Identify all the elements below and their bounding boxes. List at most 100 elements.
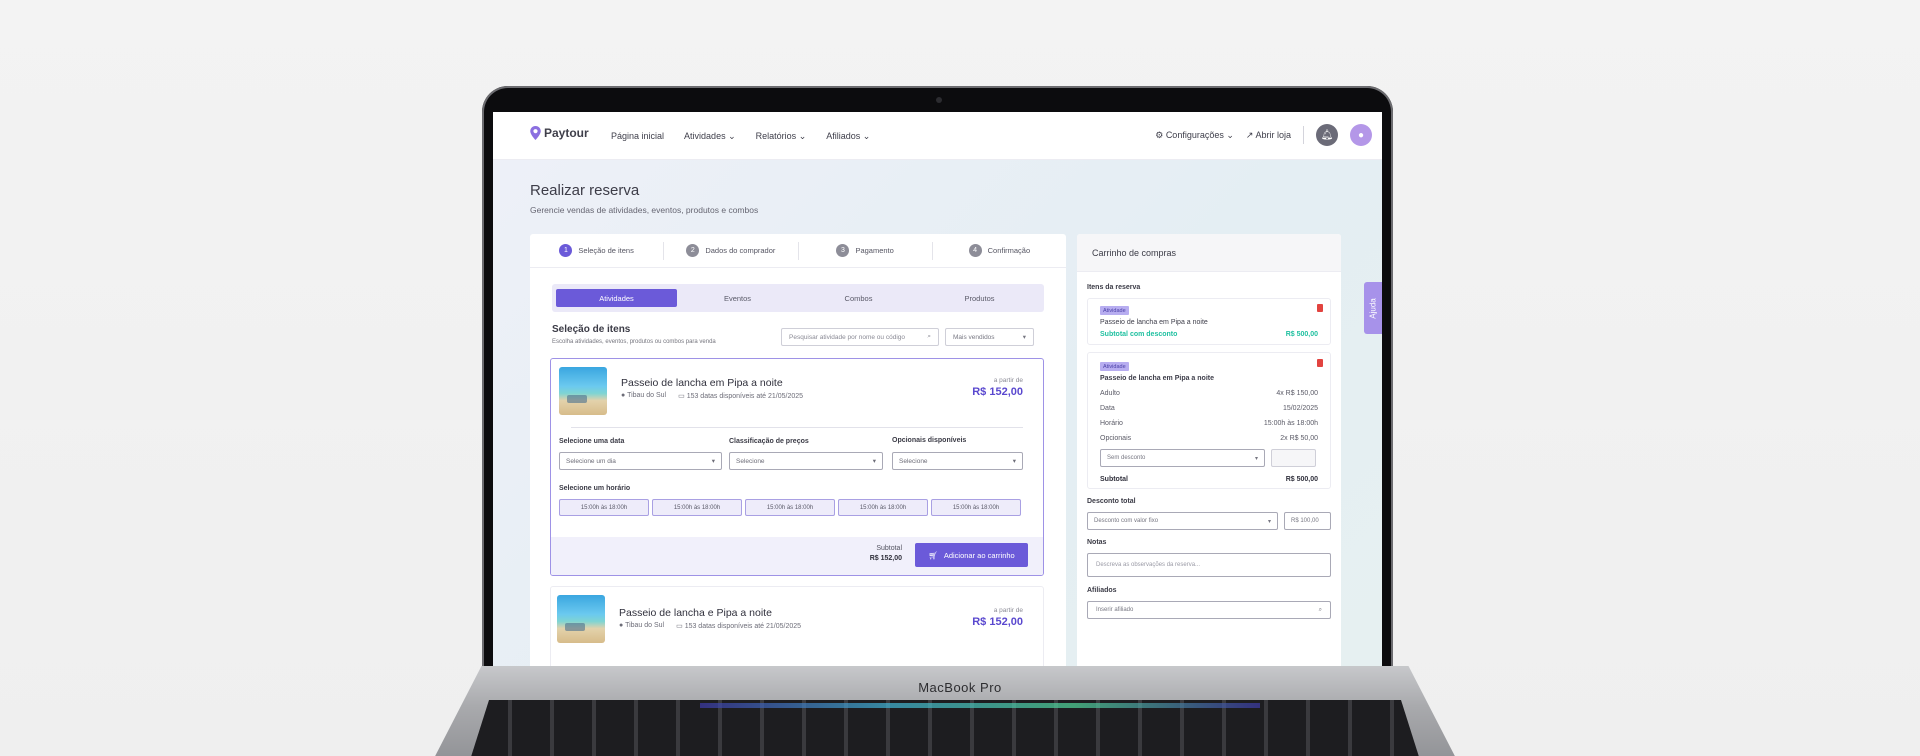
nav-home[interactable]: Página inicial <box>611 131 664 142</box>
add-to-cart-button[interactable]: 🛒︎ Adicionar ao carrinho <box>915 543 1028 567</box>
step-label: Dados do comprador <box>705 246 776 255</box>
step-4[interactable]: 4 Confirmação <box>933 242 1066 260</box>
caret-down-icon: ▾ <box>872 458 876 465</box>
logo[interactable]: Paytour <box>530 126 589 140</box>
chevron-down-icon: ⌄ <box>1226 129 1234 140</box>
detail-row: Opcionais 2x R$ 50,00 <box>1100 435 1318 442</box>
step-1[interactable]: 1 Seleção de itens <box>530 241 665 260</box>
time-slot[interactable]: 15:00h às 18:00h <box>745 499 835 516</box>
product-price: R$ 152,00 <box>972 616 1023 628</box>
sort-select[interactable]: Mais vendidos ▾ <box>945 328 1034 346</box>
time-slot[interactable]: 15:00h às 18:00h <box>931 499 1021 516</box>
step-number: 1 <box>559 244 573 257</box>
chevron-down-icon: ⌄ <box>862 131 871 141</box>
screen: Paytour Página inicial Atividades ⌄ Rela… <box>493 112 1382 666</box>
location: ● Tibau do Sul <box>621 392 666 400</box>
tab-combos[interactable]: Combos <box>798 289 919 307</box>
nav-right: ⚙ Configurações ⌄ ↗ Abrir loja 🔔︎ ● <box>1155 124 1372 146</box>
help-tab[interactable]: Ajuda <box>1364 282 1382 334</box>
search-placeholder: Pesquisar atividade por nome ou código <box>789 333 905 341</box>
total-discount-type-select[interactable]: Desconto com valor fixo ▾ <box>1087 512 1278 530</box>
item-subtotal: Subtotal R$ 500,00 <box>1100 476 1318 483</box>
nav-affiliates[interactable]: Afiliados ⌄ <box>826 131 870 142</box>
touch-bar <box>700 703 1260 708</box>
subtotal-label: Subtotal com desconto <box>1100 331 1178 338</box>
optionals-value: Selecione <box>899 457 928 465</box>
date-value: Selecione um dia <box>566 457 616 465</box>
cart-item-name: Passeio de lancha em Pipa a noite <box>1100 375 1214 382</box>
main-panel: 1 Seleção de itens 2 Dados do comprador 3P… <box>530 234 1066 666</box>
product-card[interactable]: Passeio de lancha e Pipa a noite ● Tibau… <box>550 586 1044 666</box>
step-label: Pagamento <box>855 246 894 255</box>
date-select[interactable]: Selecione um dia ▾ <box>559 452 722 470</box>
navbar: Paytour Página inicial Atividades ⌄ Rela… <box>493 112 1382 160</box>
nav-reports[interactable]: Relatórios ⌄ <box>756 131 807 142</box>
price-from-label: a partir de <box>993 607 1023 614</box>
detail-row: Data 15/02/2025 <box>1100 405 1318 412</box>
affiliates-label: Afiliados <box>1087 587 1117 594</box>
sort-value: Mais vendidos <box>953 333 995 341</box>
subtotal-value: R$ 500,00 <box>1285 476 1318 483</box>
notes-field[interactable]: Descreva as observações da reserva... <box>1087 553 1331 577</box>
trash-icon[interactable] <box>1317 304 1323 312</box>
step-label: Seleção de itens <box>578 246 634 255</box>
open-store-link[interactable]: ↗ Abrir loja <box>1246 130 1291 141</box>
tab-activities[interactable]: Atividades <box>556 289 677 307</box>
search-icon: ⌕ <box>927 333 931 340</box>
stepper: 1 Seleção de itens 2 Dados do comprador 3P… <box>530 234 1066 268</box>
calendar-icon: ▭ <box>676 623 683 630</box>
page-subtitle: Gerencie vendas de atividades, eventos, … <box>530 205 759 215</box>
product-meta: ● Tibau do Sul ▭ 153 datas disponíveis a… <box>619 622 801 630</box>
search-input[interactable]: Pesquisar atividade por nome ou código ⌕ <box>781 328 939 346</box>
date-label: Selecione uma data <box>559 438 625 445</box>
item-discount-select[interactable]: Sem desconto ▾ <box>1100 449 1265 467</box>
detail-row: Horário 15:00h às 18:00h <box>1100 420 1318 427</box>
dates: ▭ 153 datas disponíveis até 21/05/2025 <box>676 622 801 630</box>
total-discount-input[interactable]: R$ 100,00 <box>1284 512 1331 530</box>
detail-row: Adulto 4x R$ 150,00 <box>1100 390 1318 397</box>
nav-links: Página inicial Atividades ⌄ Relatórios ⌄… <box>611 131 870 142</box>
selection-title: Seleção de itens <box>552 324 631 335</box>
settings-menu[interactable]: ⚙ Configurações ⌄ <box>1155 130 1234 141</box>
time-label: Selecione um horário <box>559 485 631 492</box>
step-number: 3 <box>836 244 850 257</box>
step-3[interactable]: 3 Pagamento <box>799 241 933 260</box>
product-card-expanded[interactable]: Passeio de lancha em Pipa a noite ● Tiba… <box>550 358 1044 576</box>
tab-products[interactable]: Produtos <box>919 289 1040 307</box>
detail-value: 4x R$ 150,00 <box>1276 390 1318 397</box>
discount-type-value: Desconto com valor fixo <box>1094 518 1159 524</box>
notifications-button[interactable]: 🔔︎ <box>1316 124 1338 146</box>
time-slot[interactable]: 15:00h às 18:00h <box>559 499 649 516</box>
trash-icon[interactable] <box>1317 359 1323 367</box>
tab-events[interactable]: Eventos <box>677 289 798 307</box>
time-slot[interactable]: 15:00h às 18:00h <box>652 499 742 516</box>
nav-activities[interactable]: Atividades ⌄ <box>684 131 736 142</box>
selection-subtitle: Escolha atividades, eventos, produtos ou… <box>552 339 716 345</box>
type-badge: Atividade <box>1100 306 1129 315</box>
nav-reports-label: Relatórios <box>755 131 797 141</box>
subtotal-label: Subtotal <box>876 545 902 552</box>
nav-affiliates-label: Afiliados <box>826 131 861 141</box>
price-class-value: Selecione <box>736 457 765 465</box>
avatar[interactable]: ● <box>1350 124 1372 146</box>
price-class-select[interactable]: Selecione ▾ <box>729 452 883 470</box>
subtotal-value: R$ 152,00 <box>869 555 902 562</box>
optionals-select[interactable]: Selecione ▾ <box>892 452 1023 470</box>
gear-icon: ⚙ <box>1155 129 1164 140</box>
logo-text: Paytour <box>544 126 589 140</box>
time-slot[interactable]: 15:00h às 18:00h <box>838 499 928 516</box>
affiliate-placeholder: Inserir afiliado <box>1096 607 1134 613</box>
caret-down-icon: ▾ <box>1022 334 1026 341</box>
item-discount-input[interactable] <box>1271 449 1316 467</box>
step-label: Confirmação <box>987 246 1031 255</box>
affiliate-search-input[interactable]: Inserir afiliado ⌕ <box>1087 601 1331 619</box>
cart-panel: Carrinho de compras Itens da reserva Ati… <box>1077 234 1341 666</box>
user-icon: ● <box>1357 129 1365 141</box>
page-title: Realizar reserva <box>530 182 640 199</box>
mockup-stage: MacBook Pro Paytour Página inicial Ativi… <box>0 0 1920 756</box>
step-2[interactable]: 2 Dados do comprador <box>664 241 799 260</box>
chevron-down-icon: ⌄ <box>798 131 807 141</box>
map-pin-icon: ● <box>619 622 624 629</box>
cart-title: Carrinho de compras <box>1077 234 1341 272</box>
bell-icon: 🔔︎ <box>1320 129 1334 141</box>
